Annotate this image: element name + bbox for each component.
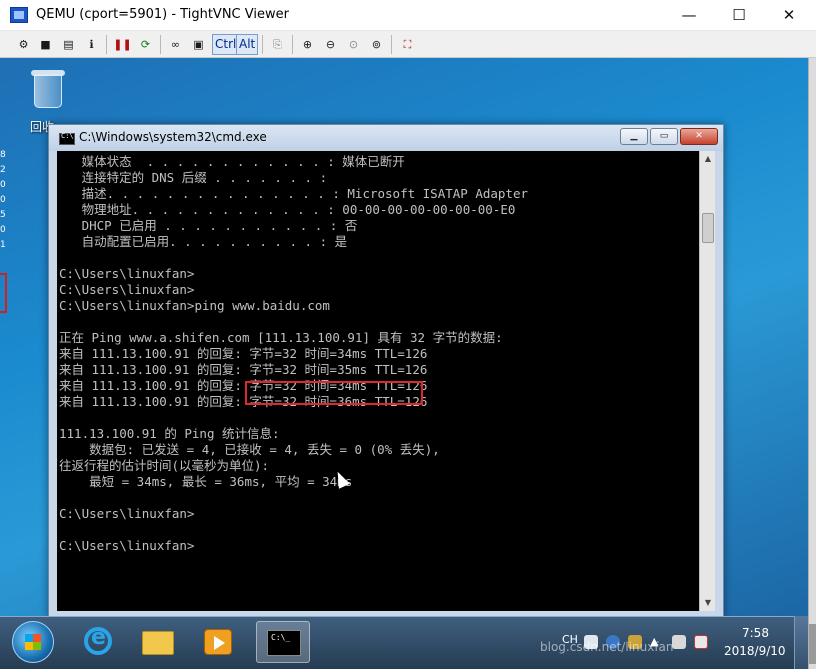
explorer-folder-icon[interactable] [130, 621, 184, 663]
internet-explorer-icon[interactable] [70, 621, 124, 663]
cmd-taskbar-button[interactable] [256, 621, 310, 663]
console-line: DHCP 已启用 . . . . . . . . . . . : 否 [59, 218, 358, 233]
console-line: C:\Users\linuxfan> [59, 538, 195, 553]
console-line: 数据包: 已发送 = 4, 已接收 = 4, 丢失 = 0 (0% 丢失), [59, 442, 440, 457]
vnc-vertical-scrollbar[interactable] [808, 58, 816, 669]
zoom-fit-icon[interactable]: ⊚ [367, 35, 386, 54]
console-line: 最短 = 34ms, 最长 = 36ms, 平均 = 34ms [59, 474, 353, 489]
vnc-toolbar: ⚙ ■ ▤ ℹ ❚❚ ⟳ ∞ ▣ Ctrl Alt ⎘ ⊕ ⊖ ⊙ ⊚ ⛶ [0, 31, 816, 58]
side-mark: 0 [0, 180, 6, 190]
ie-logo [84, 625, 112, 655]
minimize-button[interactable]: — [666, 0, 712, 31]
toolbar-separator [262, 35, 263, 54]
console-line: C:\Users\linuxfan> [59, 506, 195, 521]
scroll-up-icon[interactable]: ▲ [700, 151, 716, 167]
volume-muted-icon[interactable] [694, 635, 708, 649]
vnc-window-title: QEMU (cport=5901) - TightVNC Viewer [36, 7, 289, 22]
toolbar-separator [160, 35, 161, 54]
side-marks: 8 2 0 0 5 0 1 [0, 148, 8, 253]
cmd-minimize-button[interactable]: ▁ [620, 128, 648, 145]
pause-icon[interactable]: ❚❚ [113, 35, 132, 54]
zoom-100-icon[interactable]: ⊙ [344, 35, 363, 54]
console-line: 来自 111.13.100.91 的回复: 字节=32 时间=35ms TTL=… [59, 362, 428, 377]
fullscreen-icon[interactable]: ⛶ [398, 35, 417, 54]
zoom-out-icon[interactable]: ⊖ [321, 35, 340, 54]
toolbar-separator [106, 35, 107, 54]
cmd-titlebar[interactable]: C:\Windows\system32\cmd.exe ▁ ▭ ✕ [49, 125, 723, 151]
start-button[interactable] [12, 621, 54, 663]
taskbar: CH ▲ 7:58 2018/9/10 [0, 616, 808, 669]
recycle-bin-icon[interactable] [28, 68, 68, 112]
console-line: 111.13.100.91 的 Ping 统计信息: [59, 426, 280, 441]
cmd-window-title: C:\Windows\system32\cmd.exe [79, 130, 267, 144]
ctrl-alt-del-icon[interactable]: ▣ [189, 35, 208, 54]
refresh-icon[interactable]: ⟳ [136, 35, 155, 54]
side-mark: 2 [0, 165, 6, 175]
info-icon[interactable]: ℹ [82, 35, 101, 54]
side-mark: 0 [0, 195, 6, 205]
console-lines: 媒体状态 . . . . . . . . . . . . : 媒体已断开 连接特… [59, 154, 699, 554]
maximize-button[interactable]: ☐ [716, 0, 762, 31]
network-icon[interactable] [672, 635, 686, 649]
console-line: 自动配置已启用. . . . . . . . . . : 是 [59, 234, 348, 249]
console-line: 连接特定的 DNS 后缀 . . . . . . . : [59, 170, 328, 185]
new-connection-icon[interactable]: ⚙ [14, 35, 33, 54]
remote-desktop[interactable]: 回收 8 2 0 0 5 0 1 C:\Windows\system32\cmd… [0, 58, 808, 667]
cmd-maximize-button[interactable]: ▭ [650, 128, 678, 145]
copy-clipboard-icon[interactable]: ⎘ [268, 35, 287, 54]
console-line: C:\Users\linuxfan>ping www.baidu.com [59, 298, 330, 313]
watermark: blog.csdn.net/linuxfan [540, 640, 674, 654]
console-line: C:\Users\linuxfan> [59, 282, 195, 297]
recycle-bin-body [34, 74, 62, 108]
zoom-in-icon[interactable]: ⊕ [298, 35, 317, 54]
clock-time[interactable]: 7:58 [742, 626, 769, 640]
console-line: 往返行程的估计时间(以毫秒为单位): [59, 458, 270, 473]
side-mark: 8 [0, 150, 6, 160]
console-line: 物理地址. . . . . . . . . . . . . : 00-00-00… [59, 202, 516, 217]
tightvnc-app-icon [10, 7, 28, 23]
vnc-scrollbar-thumb[interactable] [809, 624, 816, 664]
scroll-down-icon[interactable]: ▼ [700, 595, 716, 611]
binoculars-icon[interactable]: ∞ [166, 35, 185, 54]
console-line: 媒体状态 . . . . . . . . . . . . : 媒体已断开 [59, 154, 405, 169]
side-red-outline [0, 273, 7, 313]
options-icon[interactable]: ▤ [59, 35, 78, 54]
vnc-titlebar: QEMU (cport=5901) - TightVNC Viewer — ☐ … [0, 0, 816, 31]
media-player-icon[interactable] [190, 621, 244, 663]
highlight-box [245, 381, 423, 405]
console-line: C:\Users\linuxfan> [59, 266, 195, 281]
side-mark: 0 [0, 225, 6, 235]
console-line: 描述. . . . . . . . . . . . . . . : Micros… [59, 186, 529, 201]
cmd-icon [59, 132, 75, 145]
toolbar-separator [292, 35, 293, 54]
clock-date[interactable]: 2018/9/10 [724, 644, 786, 658]
media-shape [204, 629, 232, 655]
cmd-icon [267, 630, 301, 656]
side-mark: 1 [0, 240, 6, 250]
console-scrollbar[interactable]: ▲ ▼ [699, 151, 715, 611]
cmd-window[interactable]: C:\Windows\system32\cmd.exe ▁ ▭ ✕ 媒体状态 .… [48, 124, 724, 618]
side-mark: 5 [0, 210, 6, 220]
save-icon[interactable]: ■ [36, 35, 55, 54]
console-output[interactable]: 媒体状态 . . . . . . . . . . . . : 媒体已断开 连接特… [57, 151, 699, 611]
console-line: 来自 111.13.100.91 的回复: 字节=32 时间=34ms TTL=… [59, 346, 428, 361]
close-button[interactable]: ✕ [766, 0, 812, 31]
console-line: 正在 Ping www.a.shifen.com [111.13.100.91]… [59, 330, 503, 345]
toolbar-separator [391, 35, 392, 54]
folder-shape [142, 631, 174, 655]
show-desktop-button[interactable] [794, 616, 808, 669]
alt-key-toggle[interactable]: Alt [236, 34, 259, 55]
cmd-close-button[interactable]: ✕ [680, 128, 718, 145]
scrollbar-thumb[interactable] [702, 213, 714, 243]
